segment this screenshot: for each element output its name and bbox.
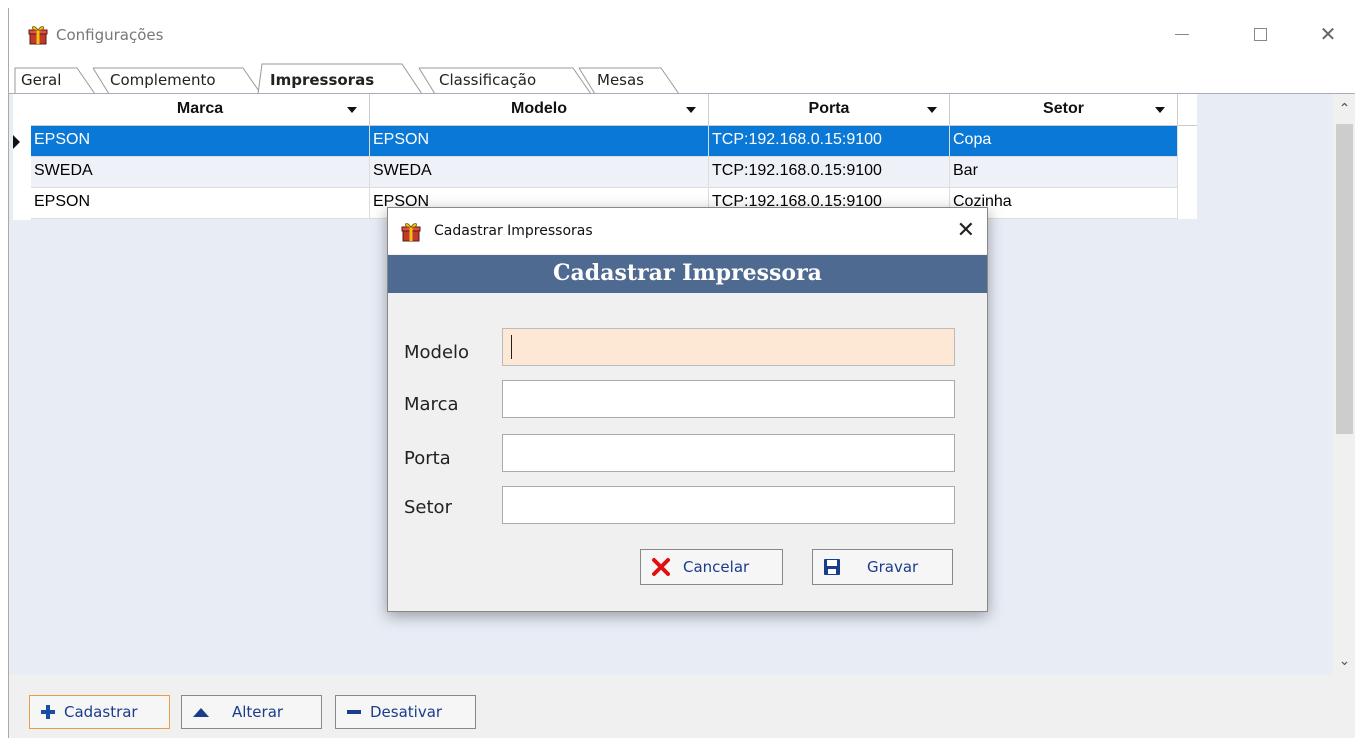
printers-grid[interactable]: Marca Modelo Porta Setor EPSON EPSON TCP… bbox=[13, 94, 1197, 219]
tab-label: Impressoras bbox=[270, 71, 375, 89]
current-row-indicator-icon bbox=[13, 135, 20, 149]
tab-strip: Geral Complemento Impressoras Classifica… bbox=[9, 60, 1355, 95]
alterar-button[interactable]: Alterar bbox=[181, 695, 322, 729]
app-gift-icon bbox=[401, 223, 421, 242]
grid-header: Marca Modelo Porta Setor bbox=[31, 94, 1197, 126]
column-header-label: Porta bbox=[808, 100, 850, 117]
tab-label: Mesas bbox=[597, 71, 644, 89]
column-header-marca[interactable]: Marca bbox=[31, 94, 370, 126]
tab-mesas[interactable]: Mesas bbox=[578, 66, 680, 95]
dropdown-arrow-icon[interactable] bbox=[1155, 107, 1165, 113]
scroll-down-icon[interactable]: ⌄ bbox=[1333, 646, 1355, 676]
modelo-label: Modelo bbox=[404, 342, 470, 363]
vertical-scrollbar[interactable]: ⌃ ⌄ bbox=[1333, 94, 1355, 676]
tab-label: Complemento bbox=[110, 71, 216, 89]
porta-field[interactable] bbox=[502, 434, 955, 472]
column-header-label: Setor bbox=[1043, 100, 1084, 117]
triangle-up-icon bbox=[193, 708, 209, 717]
cell-marca[interactable]: EPSON bbox=[31, 126, 370, 157]
dropdown-arrow-icon[interactable] bbox=[347, 107, 357, 113]
x-icon bbox=[652, 558, 670, 576]
cancelar-label: Cancelar bbox=[683, 558, 750, 576]
column-header-porta[interactable]: Porta bbox=[709, 94, 950, 126]
modelo-field[interactable] bbox=[502, 328, 955, 366]
column-header-label: Modelo bbox=[511, 100, 567, 117]
dropdown-arrow-icon[interactable] bbox=[686, 107, 696, 113]
cell-setor[interactable]: Copa bbox=[950, 126, 1178, 157]
cell-porta[interactable]: TCP:192.168.0.15:9100 bbox=[709, 157, 950, 188]
tab-geral[interactable]: Geral bbox=[14, 66, 96, 95]
porta-label: Porta bbox=[404, 448, 451, 469]
app-gift-icon bbox=[28, 26, 48, 45]
cell-marca[interactable]: EPSON bbox=[31, 188, 370, 219]
gravar-label: Gravar bbox=[867, 558, 919, 576]
table-row[interactable]: SWEDA SWEDA TCP:192.168.0.15:9100 Bar bbox=[31, 157, 1178, 188]
scroll-thumb[interactable] bbox=[1336, 124, 1353, 434]
cancelar-button[interactable]: Cancelar bbox=[640, 549, 783, 585]
maximize-icon bbox=[1253, 27, 1267, 41]
text-caret bbox=[511, 335, 512, 359]
plus-icon bbox=[41, 705, 55, 719]
window-title: Configurações bbox=[56, 26, 164, 44]
tab-classificacao[interactable]: Classificação bbox=[418, 66, 592, 95]
cell-marca[interactable]: SWEDA bbox=[31, 157, 370, 188]
desativar-label: Desativar bbox=[370, 703, 443, 721]
column-header-modelo[interactable]: Modelo bbox=[370, 94, 709, 126]
tab-complemento[interactable]: Complemento bbox=[92, 66, 262, 95]
maximize-button[interactable] bbox=[1237, 18, 1283, 50]
cell-porta[interactable]: TCP:192.168.0.15:9100 bbox=[709, 126, 950, 157]
desativar-button[interactable]: Desativar bbox=[335, 695, 476, 729]
dialog-title-bar: Cadastrar Impressoras ✕ bbox=[388, 208, 987, 254]
minimize-button[interactable] bbox=[1159, 18, 1205, 50]
minimize-icon bbox=[1175, 33, 1189, 35]
close-icon[interactable]: ✕ bbox=[957, 218, 975, 243]
dialog-banner: Cadastrar Impressora bbox=[388, 255, 987, 293]
scroll-up-icon[interactable]: ⌃ bbox=[1333, 94, 1355, 124]
marca-field[interactable] bbox=[502, 380, 955, 418]
bottom-toolbar: Cadastrar Alterar Desativar bbox=[9, 675, 1355, 738]
table-row[interactable]: EPSON EPSON TCP:192.168.0.15:9100 Copa bbox=[13, 126, 1178, 157]
title-bar: Configurações ✕ bbox=[9, 8, 1355, 60]
minus-icon bbox=[347, 710, 361, 714]
floppy-disk-icon bbox=[824, 559, 840, 575]
marca-label: Marca bbox=[404, 394, 459, 415]
cell-setor[interactable]: Bar bbox=[950, 157, 1178, 188]
alterar-label: Alterar bbox=[232, 703, 284, 721]
tab-impressoras[interactable]: Impressoras bbox=[257, 62, 423, 95]
dropdown-arrow-icon[interactable] bbox=[927, 107, 937, 113]
dialog-title: Cadastrar Impressoras bbox=[434, 223, 593, 239]
row-header-column bbox=[13, 94, 31, 220]
cell-modelo[interactable]: EPSON bbox=[370, 126, 709, 157]
setor-label: Setor bbox=[404, 497, 452, 518]
cadastrar-button[interactable]: Cadastrar bbox=[29, 695, 170, 729]
close-icon: ✕ bbox=[1319, 22, 1337, 46]
column-header-setor[interactable]: Setor bbox=[950, 94, 1178, 126]
tab-label: Geral bbox=[21, 71, 62, 89]
cadastrar-label: Cadastrar bbox=[64, 703, 138, 721]
column-header-label: Marca bbox=[176, 100, 224, 117]
cadastrar-impressoras-dialog: Cadastrar Impressoras ✕ Cadastrar Impres… bbox=[387, 207, 988, 612]
setor-field[interactable] bbox=[502, 486, 955, 524]
cell-modelo[interactable]: SWEDA bbox=[370, 157, 709, 188]
close-button[interactable]: ✕ bbox=[1305, 18, 1351, 50]
tab-label: Classificação bbox=[439, 71, 537, 89]
gravar-button[interactable]: Gravar bbox=[812, 549, 953, 585]
